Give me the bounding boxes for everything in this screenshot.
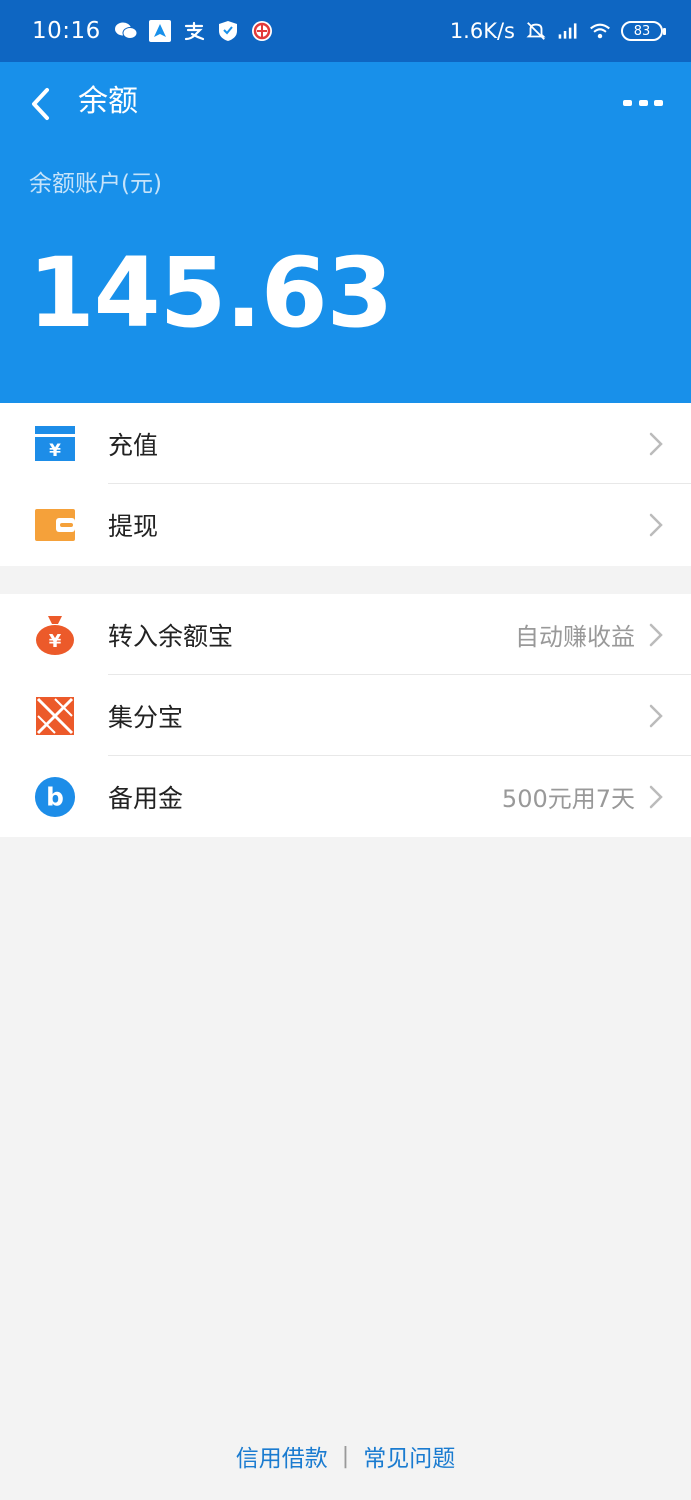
jifenbao-row[interactable]: 集分宝 [0,675,691,756]
yuebao-label: 转入余额宝 [108,621,234,651]
jifenbao-icon [34,695,76,737]
faq-link[interactable]: 常见问题 [363,1439,455,1473]
wechat-icon [114,20,137,42]
mute-bell-icon [525,20,547,42]
signal-icon [557,20,579,42]
svg-text:¥: ¥ [49,631,62,652]
chevron-right-icon [649,785,663,808]
recharge-icon: ¥ [34,423,76,465]
chevron-right-icon [649,432,663,455]
wallet-icon [34,504,76,546]
more-button[interactable] [623,92,663,114]
back-arrow-icon [32,88,49,120]
yuebao-hint: 自动赚收益 [515,623,635,651]
page-title: 余额 [78,84,138,119]
beiyongjin-row[interactable]: b 备用金 500元用7天 [0,756,691,837]
more-dot-icon [623,100,632,106]
nav-bar: 余额 [0,62,691,144]
status-right: 1.6K/s 83 [449,19,666,43]
money-bag-icon: ¥ [34,614,76,656]
recharge-row[interactable]: ¥ 充值 [0,403,691,484]
chevron-right-icon [649,704,663,727]
beiyongjin-label: 备用金 [108,783,184,813]
shield-app-icon [217,20,239,42]
chevron-right-icon [649,513,663,536]
network-speed: 1.6K/s [449,19,515,43]
maps-app-icon [148,20,171,42]
status-bar: 10:16 1.6K/s 83 [0,0,691,62]
balance-header: 余额 余额账户(元) 145.63 [0,62,691,403]
yuebao-row[interactable]: ¥ 转入余额宝 自动赚收益 [0,594,691,675]
svg-text:¥: ¥ [49,441,61,461]
balance-amount: 145.63 [28,237,393,349]
bank-app-icon [251,20,273,42]
status-time: 10:16 [32,18,101,44]
wifi-icon [589,20,611,42]
beiyongjin-hint: 500元用7天 [501,785,635,813]
more-dot-icon [654,100,663,106]
svg-text:b: b [46,782,64,811]
services-group: ¥ 转入余额宝 自动赚收益 集分宝 b 备用金 500元用7天 [0,594,691,837]
chevron-right-icon [649,623,663,646]
notification-icons [114,20,273,42]
back-button[interactable] [22,84,58,124]
more-dot-icon [638,100,648,106]
beiyongjin-icon: b [34,776,76,818]
recharge-label: 充值 [108,430,159,460]
withdraw-label: 提现 [108,511,159,541]
footer-separator: | [341,1443,350,1469]
footer-links: 信用借款 | 常见问题 [0,1434,691,1478]
alipay-icon [183,20,205,42]
account-label: 余额账户(元) [29,171,162,197]
credit-loan-link[interactable]: 信用借款 [236,1439,328,1473]
withdraw-row[interactable]: 提现 [0,484,691,565]
funds-actions-group: ¥ 充值 提现 [0,403,691,566]
jifenbao-label: 集分宝 [108,702,184,732]
battery-indicator: 83 [621,21,666,41]
